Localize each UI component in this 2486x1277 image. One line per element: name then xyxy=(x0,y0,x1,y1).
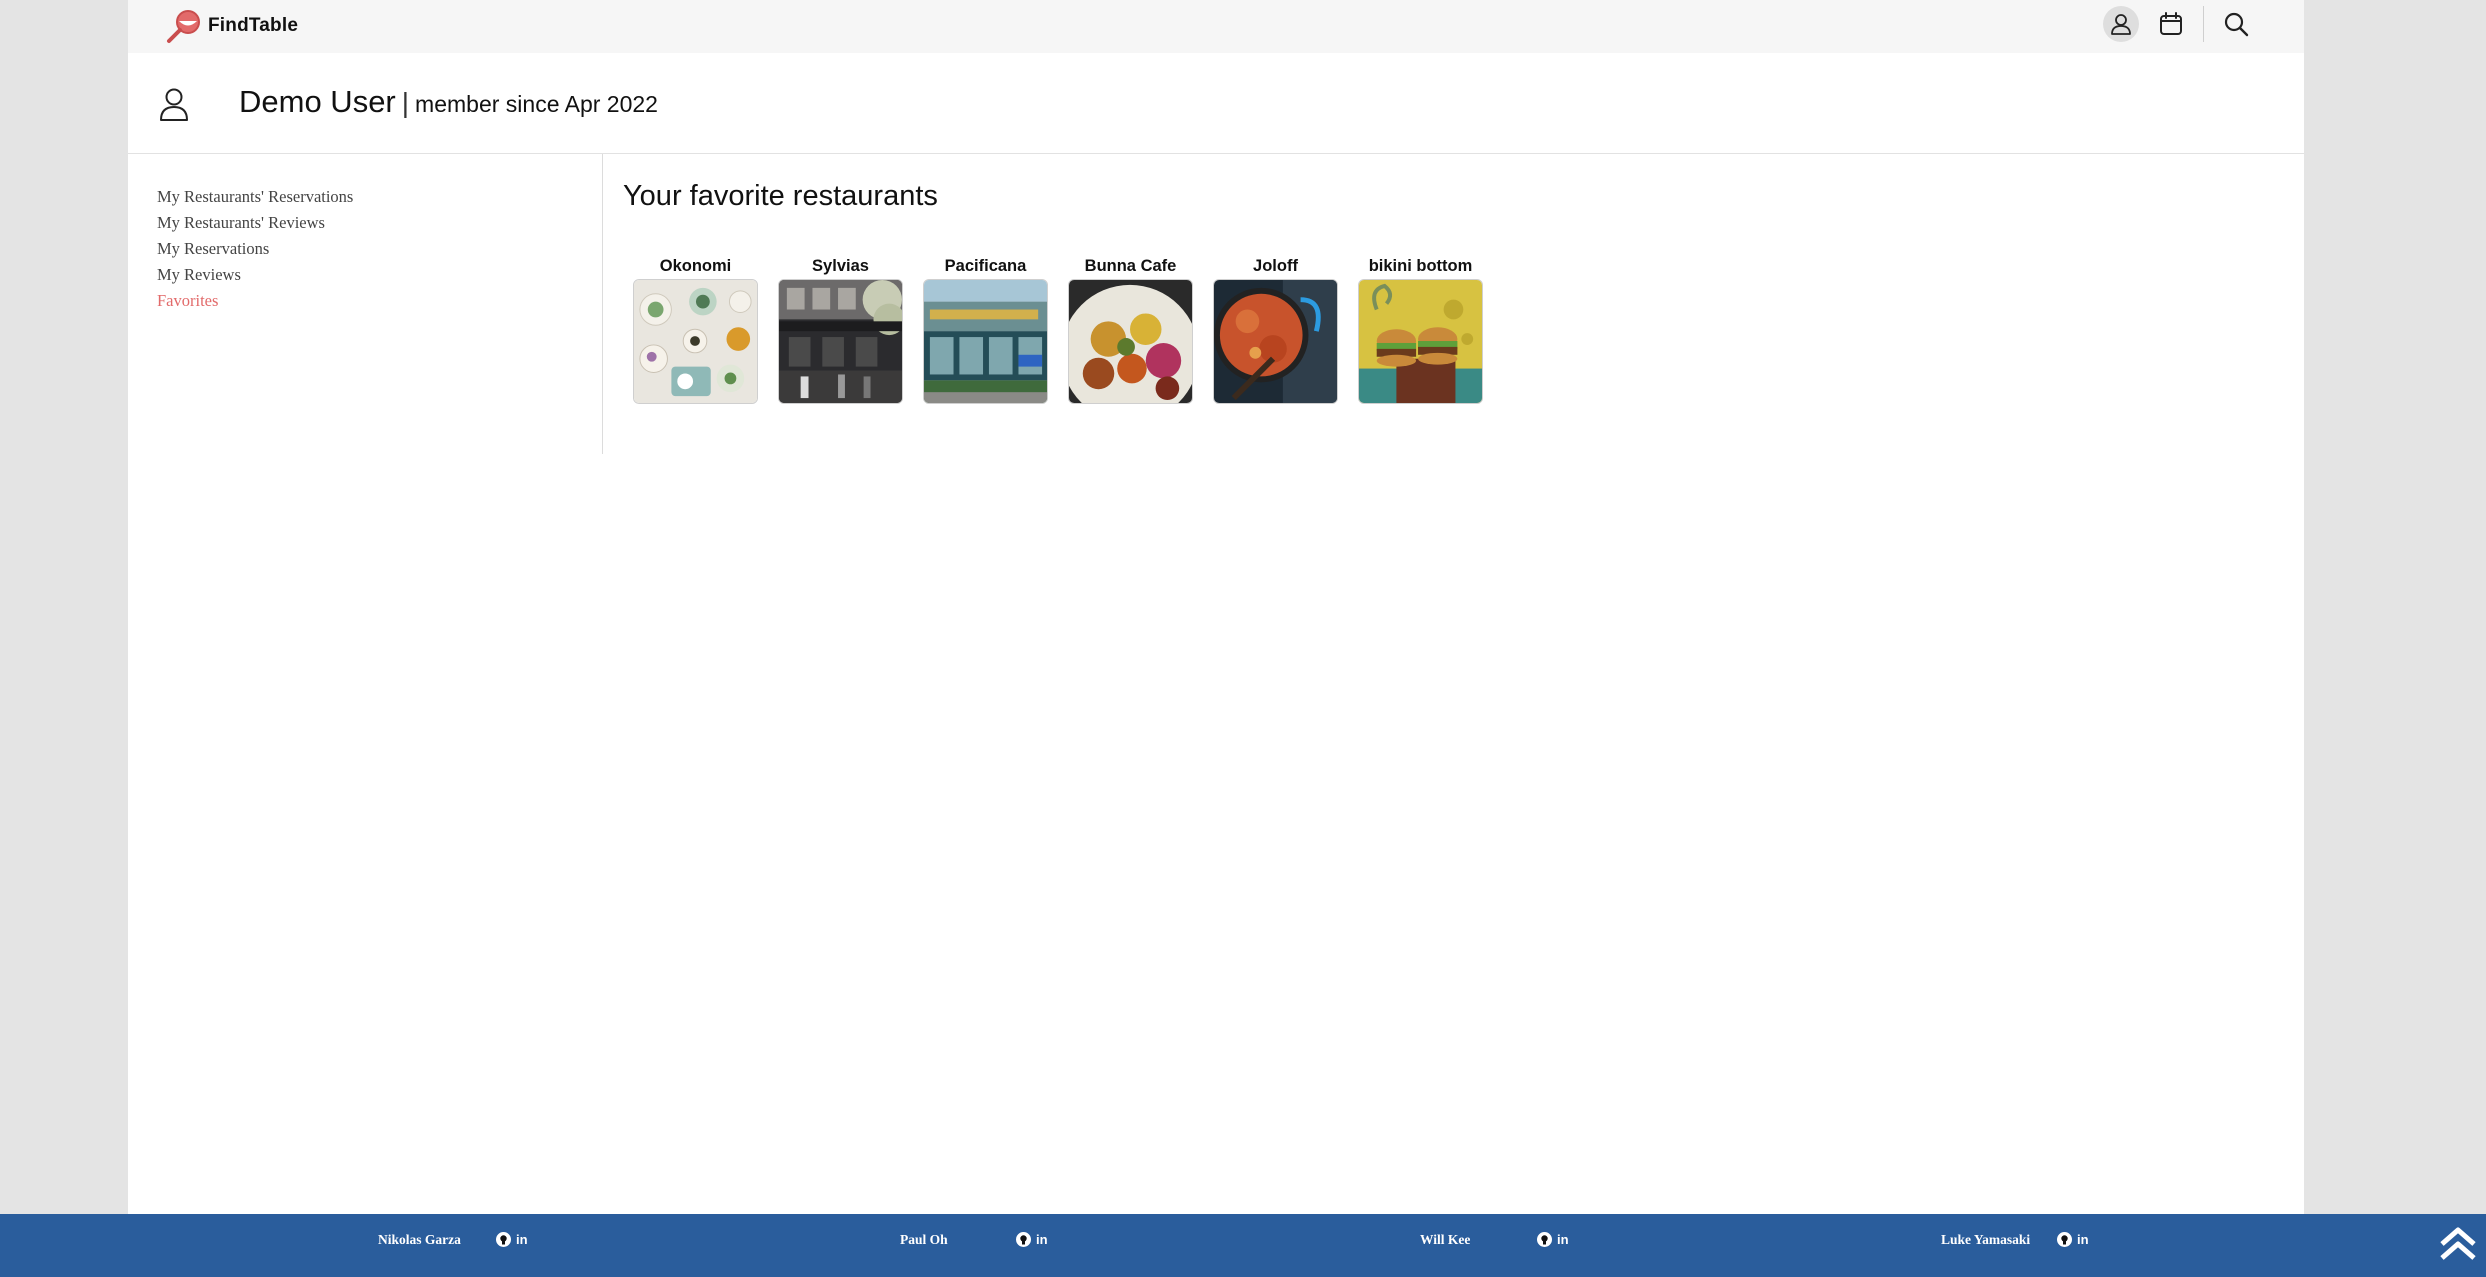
linkedin-icon[interactable]: in xyxy=(1557,1232,1569,1247)
calendar-icon xyxy=(2160,12,2182,35)
linkedin-icon[interactable]: in xyxy=(516,1232,528,1247)
favorite-card[interactable]: Pacificana xyxy=(913,255,1058,404)
github-icon[interactable] xyxy=(1016,1232,1031,1247)
credit-links: in xyxy=(1016,1232,1048,1247)
favorite-name: bikini bottom xyxy=(1368,257,1473,275)
brand-name: FindTable xyxy=(208,15,299,36)
favorite-card[interactable]: bikini bottom xyxy=(1348,255,1493,404)
restaurant-thumbnail[interactable] xyxy=(1358,279,1483,404)
credit-name: Paul Oh xyxy=(900,1232,948,1247)
page-container: FindTable Demo User | member since Apr 2… xyxy=(128,0,2304,1214)
title-separator: | xyxy=(401,87,410,118)
favorite-name: Okonomi xyxy=(659,257,732,275)
user-name: Demo User xyxy=(239,84,396,119)
restaurant-thumbnail[interactable] xyxy=(1213,279,1338,404)
github-icon[interactable] xyxy=(1537,1232,1552,1247)
restaurant-thumbnail[interactable] xyxy=(633,279,758,404)
favorite-card[interactable]: Okonomi xyxy=(623,255,768,404)
sidebar-item-favorites[interactable]: Favorites xyxy=(157,288,457,314)
magnifier-logo-icon xyxy=(167,10,200,43)
search-icon xyxy=(2224,12,2249,37)
restaurant-thumbnail[interactable] xyxy=(778,279,903,404)
favorite-name: Sylvias xyxy=(812,257,869,275)
nav-divider xyxy=(2203,6,2204,42)
double-chevron-up-icon[interactable] xyxy=(2438,1224,2478,1264)
github-icon[interactable] xyxy=(2057,1232,2072,1247)
credit-item: Luke Yamasaki xyxy=(1941,1232,2030,1248)
profile-nav-button[interactable] xyxy=(2103,6,2139,42)
favorite-card[interactable]: Bunna Cafe xyxy=(1058,255,1203,404)
credit-links: in xyxy=(1537,1232,1569,1247)
credit-links: in xyxy=(496,1232,528,1247)
credit-name: Nikolas Garza xyxy=(378,1232,461,1247)
search-nav-button[interactable] xyxy=(2218,6,2254,42)
credit-name: Luke Yamasaki xyxy=(1941,1232,2031,1247)
credit-name: Will Kee xyxy=(1420,1232,1471,1247)
section-title: Your favorite restaurants xyxy=(623,180,938,212)
favorites-section: Your favorite restaurants Okonomi Sylvia… xyxy=(623,180,1483,404)
favorite-card[interactable]: Joloff xyxy=(1203,255,1348,404)
sidebar-item-restaurant-reviews[interactable]: My Restaurants' Reviews xyxy=(157,210,457,236)
credit-item: Nikolas Garza xyxy=(378,1232,461,1248)
brand-logo[interactable]: FindTable xyxy=(166,8,298,44)
linkedin-icon[interactable]: in xyxy=(2077,1232,2089,1247)
user-icon xyxy=(160,88,188,121)
sidebar-item-my-reservations[interactable]: My Reservations xyxy=(157,236,457,262)
user-icon xyxy=(2111,14,2131,35)
linkedin-icon[interactable]: in xyxy=(1036,1232,1048,1247)
restaurant-thumbnail[interactable] xyxy=(1068,279,1193,404)
profile-title: Demo User | member since Apr 2022 xyxy=(239,84,658,120)
github-icon[interactable] xyxy=(496,1232,511,1247)
reservations-nav-button[interactable] xyxy=(2153,6,2189,42)
nav-icons xyxy=(2103,6,2254,42)
sidebar-item-my-reviews[interactable]: My Reviews xyxy=(157,262,457,288)
favorite-name: Pacificana xyxy=(944,257,1027,275)
sidebar-divider xyxy=(602,154,603,454)
favorite-name: Bunna Cafe xyxy=(1084,257,1177,275)
member-since: member since Apr 2022 xyxy=(415,91,658,117)
sidebar-item-restaurant-reservations[interactable]: My Restaurants' Reservations xyxy=(157,184,457,210)
restaurant-thumbnail[interactable] xyxy=(923,279,1048,404)
credit-links: in xyxy=(2057,1232,2089,1247)
credit-item: Will Kee xyxy=(1420,1232,1470,1248)
top-navbar: FindTable xyxy=(128,0,2304,53)
favorites-grid: Okonomi Sylvias Pacificana Bunna Cafe Jo… xyxy=(623,255,1493,404)
credit-item: Paul Oh xyxy=(900,1232,948,1248)
footer: Nikolas Garza in Paul Oh in Will Kee in … xyxy=(0,1214,2486,1277)
profile-sidebar: My Restaurants' Reservations My Restaura… xyxy=(157,184,457,314)
profile-header: Demo User | member since Apr 2022 xyxy=(128,54,2304,154)
favorite-card[interactable]: Sylvias xyxy=(768,255,913,404)
favorite-name: Joloff xyxy=(1253,257,1298,275)
